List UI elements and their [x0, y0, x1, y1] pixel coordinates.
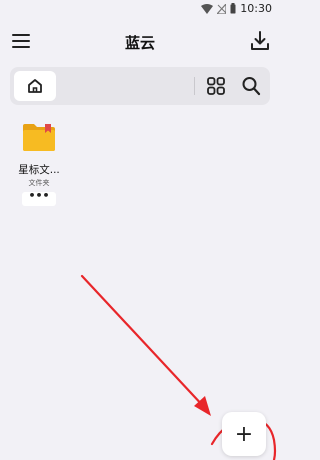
annotation-arrow-line [80, 274, 207, 410]
annotation-overlay [80, 274, 277, 460]
screen: 10:30 蓝云 星标文... 文件夹 ••• + [0, 0, 280, 460]
add-fab-button[interactable]: + [222, 412, 266, 456]
